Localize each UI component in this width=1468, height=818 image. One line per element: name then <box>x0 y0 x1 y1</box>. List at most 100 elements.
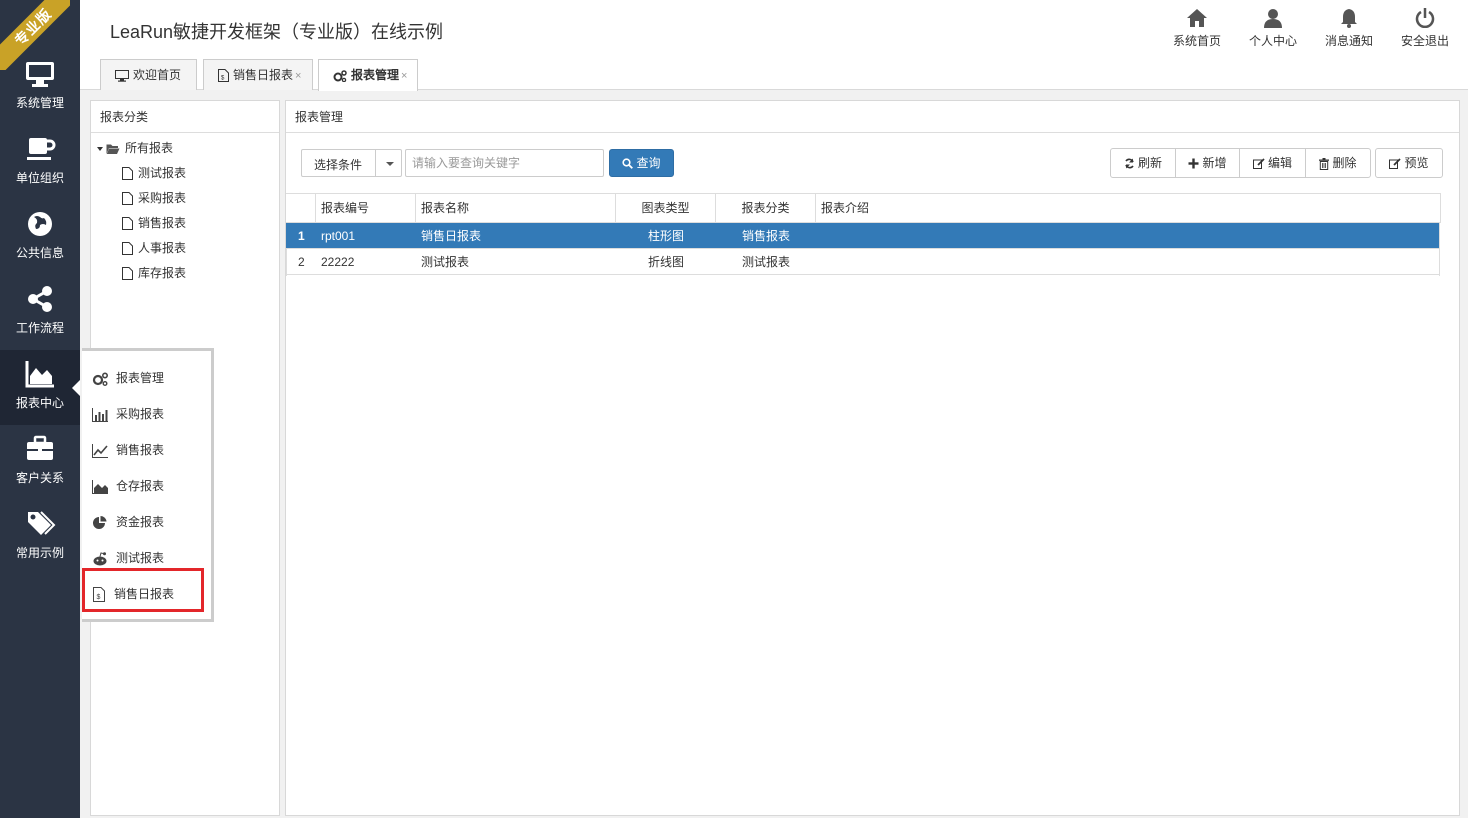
tree-node-label: 销售报表 <box>138 216 187 230</box>
flyout-item-funds[interactable]: 资金报表 <box>92 508 164 536</box>
gears-icon <box>333 70 347 82</box>
notifications-button[interactable]: 消息通知 <box>1317 8 1381 49</box>
tree-node-purchase[interactable]: 采购报表 <box>122 187 186 209</box>
desktop-icon <box>115 69 129 82</box>
row-index: 2 <box>298 255 305 269</box>
tree-node-hr[interactable]: 人事报表 <box>122 237 186 259</box>
file-icon <box>122 167 133 181</box>
report-panel-title: 报表管理 <box>286 101 1459 133</box>
search-icon <box>622 158 634 170</box>
home-button[interactable]: 系统首页 <box>1165 8 1229 49</box>
share-icon <box>28 286 52 312</box>
tree-node-test[interactable]: 测试报表 <box>122 162 186 184</box>
row-category: 销售报表 <box>741 229 790 243</box>
row-name: 测试报表 <box>421 255 470 269</box>
flyout-item-purchase[interactable]: 采购报表 <box>92 400 164 428</box>
search-input[interactable] <box>405 149 604 177</box>
nav-item-public-info[interactable]: 公共信息 <box>0 200 80 275</box>
monitor-icon <box>26 62 54 87</box>
flyout-item-report-management[interactable]: 报表管理 <box>92 364 164 392</box>
tree-node-label: 所有报表 <box>125 141 174 155</box>
nav-label: 报表中心 <box>15 396 64 410</box>
tab-welcome[interactable]: 欢迎首页 <box>100 59 197 90</box>
flyout-item-inventory[interactable]: 仓存报表 <box>92 472 164 500</box>
grid-header-cell[interactable]: 报表编号 <box>316 194 416 222</box>
grid-header-index <box>286 194 316 222</box>
condition-dropdown-label: 选择条件 <box>314 158 363 172</box>
bar-chart-icon <box>92 407 108 422</box>
flyout-item-label: 采购报表 <box>116 407 165 421</box>
area-chart-icon <box>92 479 108 494</box>
query-button[interactable]: 查询 <box>609 149 674 177</box>
tree-node-label: 采购报表 <box>138 191 187 205</box>
tree-node-inventory[interactable]: 库存报表 <box>122 262 186 284</box>
main-sidebar: 专业版 系统管理 单位组织 公共信息 工作流程 报表中心 客户关系 常用示例 <box>0 0 80 818</box>
preview-button-label: 预览 <box>1404 156 1429 170</box>
table-row[interactable]: 1 rpt001 销售日报表 柱形图 销售报表 <box>286 223 1439 249</box>
globe-icon <box>28 212 52 236</box>
table-row[interactable]: 2 22222 测试报表 折线图 测试报表 <box>286 249 1439 275</box>
tree-node-label: 测试报表 <box>138 166 187 180</box>
grid-header-cell[interactable]: 图表类型 <box>616 194 716 222</box>
refresh-button[interactable]: 刷新 <box>1111 149 1176 177</box>
grid-header-cell[interactable]: 报表名称 <box>416 194 616 222</box>
tab-label: 欢迎首页 <box>133 68 182 82</box>
edit-button[interactable]: 编辑 <box>1240 149 1306 177</box>
tab-label: 报表管理 <box>351 68 400 82</box>
report-management-panel: 报表管理 选择条件 查询 刷新 新增 编辑 删除 预览 报表编号 报表名称 图表… <box>285 100 1460 816</box>
add-button-label: 新增 <box>1202 156 1227 170</box>
tree-node-sales[interactable]: 销售报表 <box>122 212 186 234</box>
row-chart-type: 折线图 <box>647 255 684 269</box>
action-button-group: 刷新 新增 编辑 删除 <box>1110 148 1371 178</box>
nav-item-crm[interactable]: 客户关系 <box>0 425 80 500</box>
logout-button[interactable]: 安全退出 <box>1393 8 1457 49</box>
user-icon <box>1264 9 1282 28</box>
nav-label: 常用示例 <box>15 546 64 560</box>
tree-node-root[interactable]: 所有报表 <box>97 137 173 159</box>
flyout-item-label: 仓存报表 <box>116 479 165 493</box>
file-icon <box>122 267 133 281</box>
bell-icon <box>1341 9 1357 28</box>
home-button-label: 系统首页 <box>1172 34 1221 48</box>
file-icon <box>122 217 133 231</box>
app-title: LeaRun敏捷开发框架（专业版）在线示例 <box>110 22 444 42</box>
nav-item-workflow[interactable]: 工作流程 <box>0 275 80 350</box>
flyout-item-label: 测试报表 <box>116 551 165 565</box>
grid-header-cell[interactable]: 报表介绍 <box>816 194 1441 222</box>
nav-item-org[interactable]: 单位组织 <box>0 125 80 200</box>
query-button-label: 查询 <box>636 156 661 170</box>
refresh-icon <box>1125 158 1134 169</box>
area-chart-icon <box>25 361 54 388</box>
edit-icon <box>1389 158 1402 170</box>
nav-label: 系统管理 <box>15 96 64 110</box>
nav-label: 单位组织 <box>15 171 64 185</box>
nav-item-reports[interactable]: 报表中心 <box>0 350 80 425</box>
flyout-item-label: 报表管理 <box>116 371 165 385</box>
briefcase-icon <box>27 435 53 460</box>
tab-close-button[interactable]: × <box>401 70 407 82</box>
condition-dropdown[interactable]: 选择条件 <box>301 149 402 177</box>
nav-item-system[interactable]: 系统管理 <box>0 50 80 125</box>
edit-button-label: 编辑 <box>1267 156 1292 170</box>
dropdown-divider <box>375 150 376 176</box>
tab-label: 销售日报表 <box>233 68 294 82</box>
row-code: rpt001 <box>321 229 356 243</box>
profile-button-label: 个人中心 <box>1248 34 1297 48</box>
preview-button[interactable]: 预览 <box>1375 148 1443 178</box>
highlight-annotation <box>82 568 204 612</box>
home-icon <box>1187 9 1207 27</box>
tags-icon <box>28 511 56 535</box>
delete-button[interactable]: 删除 <box>1306 149 1370 177</box>
tab-close-button[interactable]: × <box>295 70 301 82</box>
flyout-item-sales[interactable]: 销售报表 <box>92 436 164 464</box>
profile-button[interactable]: 个人中心 <box>1241 8 1305 49</box>
tab-report-management[interactable]: 报表管理 × <box>318 59 418 91</box>
nav-item-examples[interactable]: 常用示例 <box>0 500 80 575</box>
add-button[interactable]: 新增 <box>1176 149 1240 177</box>
caret-down-icon <box>386 162 394 166</box>
category-panel-title: 报表分类 <box>91 101 279 133</box>
grid-header-cell[interactable]: 报表分类 <box>716 194 816 222</box>
tab-sales-daily[interactable]: $ 销售日报表 × <box>203 59 313 90</box>
row-category: 测试报表 <box>741 255 790 269</box>
refresh-button-label: 刷新 <box>1137 156 1162 170</box>
